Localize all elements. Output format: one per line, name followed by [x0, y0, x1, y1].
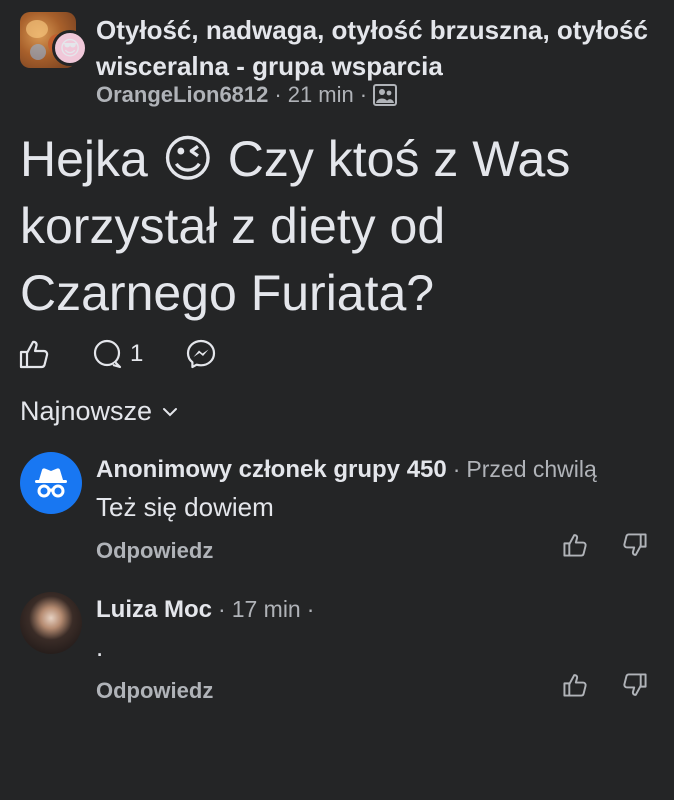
post-time[interactable]: 21 min [288, 82, 354, 108]
comment-item: Anonimowy członek grupy 450 · Przed chwi… [0, 452, 674, 572]
sort-label: Najnowsze [20, 396, 153, 426]
thumbs-up-icon[interactable] [562, 532, 588, 558]
thumbs-up-icon[interactable] [562, 672, 588, 698]
reply-button[interactable]: Odpowiedz [96, 538, 213, 564]
anonymous-avatar[interactable] [20, 452, 82, 514]
comment-button[interactable]: 1 [92, 338, 143, 370]
avatar[interactable] [20, 592, 82, 654]
comment-text: . [96, 632, 104, 662]
comment-text: Też się dowiem [96, 492, 274, 522]
comment-sort-dropdown[interactable]: Najnowsze [20, 396, 178, 427]
comment-meta-separator: · [218, 596, 226, 622]
comment-header: Luiza Moc · 17 min · [96, 596, 314, 624]
post-text: Hejka 😉 Czy ktoś z Was korzystał z diety… [20, 131, 571, 321]
group-icon [373, 84, 398, 106]
group-name[interactable]: Otyłość, nadwaga, otyłość brzuszna, otył… [96, 12, 656, 84]
meta-separator: · [359, 82, 368, 107]
thumbs-down-icon[interactable] [622, 532, 648, 558]
comment-time[interactable]: Przed chwilą [466, 456, 596, 483]
comment-meta-separator: · [452, 456, 461, 482]
comment-count: 1 [130, 340, 144, 367]
comment-votes [562, 532, 648, 558]
thumbs-down-icon[interactable] [622, 672, 648, 698]
comment-votes [562, 672, 648, 698]
author-name[interactable]: OrangeLion6812 [96, 82, 268, 108]
share-messenger-button[interactable] [185, 338, 217, 370]
comment-item: Luiza Moc · 17 min · . Odpowiedz [0, 592, 674, 712]
meta-separator: · [274, 82, 282, 107]
comment-time[interactable]: 17 min [232, 596, 301, 623]
post-header: 😎 Otyłość, nadwaga, otyłość brzuszna, ot… [0, 0, 674, 110]
author-avatar[interactable]: 😎 [52, 30, 88, 66]
comment-header: Anonimowy członek grupy 450 · Przed chwi… [96, 456, 597, 484]
post-meta: OrangeLion6812 · 21 min · [96, 82, 398, 108]
like-button[interactable] [18, 338, 50, 370]
messenger-icon [187, 339, 216, 369]
incognito-icon [35, 468, 67, 498]
post-actions: 1 [18, 338, 217, 370]
thumbs-up-icon [19, 340, 49, 369]
comment-meta-separator: · [306, 596, 315, 622]
comment-author[interactable]: Anonimowy członek grupy 450 [96, 456, 447, 484]
chevron-down-icon [163, 407, 178, 416]
comment-bubble-icon [93, 339, 122, 369]
reply-button[interactable]: Odpowiedz [96, 678, 213, 704]
comment-author[interactable]: Luiza Moc [96, 596, 212, 624]
